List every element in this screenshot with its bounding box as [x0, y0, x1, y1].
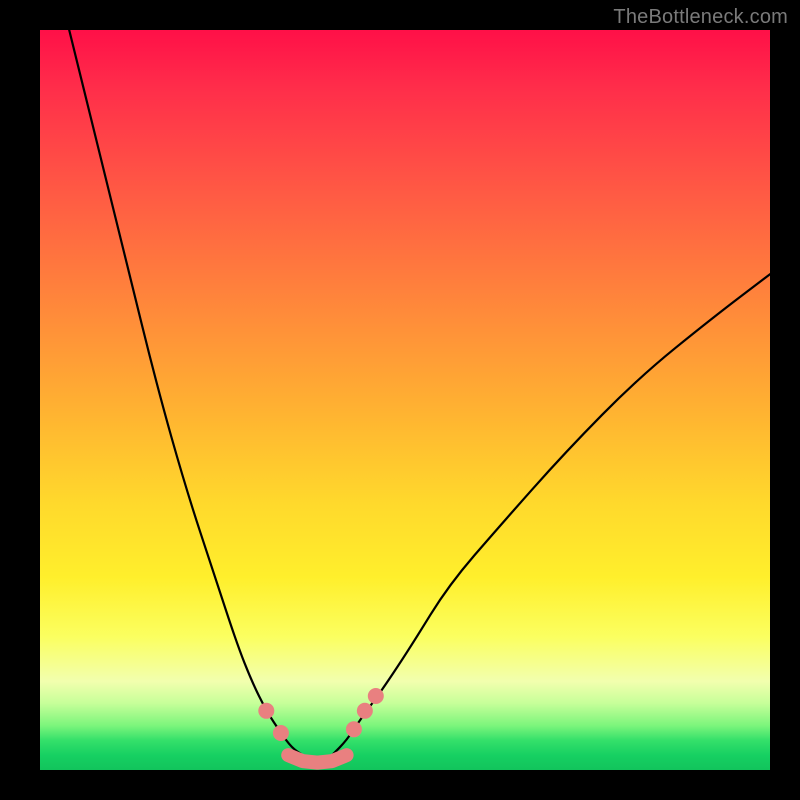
- chart-frame: TheBottleneck.com: [0, 0, 800, 800]
- data-marker: [273, 725, 289, 741]
- left-curve: [69, 30, 303, 755]
- data-marker: [258, 703, 274, 719]
- marker-group: [258, 688, 384, 741]
- valley-floor: [288, 755, 346, 762]
- data-marker: [346, 721, 362, 737]
- data-marker: [368, 688, 384, 704]
- curve-layer: [40, 30, 770, 770]
- plot-area: [40, 30, 770, 770]
- right-curve: [332, 274, 770, 755]
- data-marker: [357, 703, 373, 719]
- watermark-text: TheBottleneck.com: [613, 6, 788, 29]
